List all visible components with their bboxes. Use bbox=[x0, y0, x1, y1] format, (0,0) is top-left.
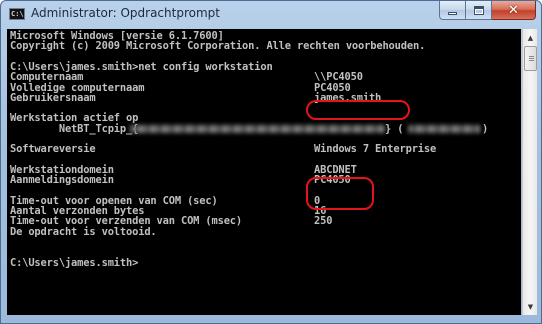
scroll-up-arrow-icon[interactable]: ▲ bbox=[524, 30, 537, 45]
scroll-down-arrow-icon[interactable]: ▼ bbox=[524, 299, 537, 314]
console-line: Gebruikersnaam bbox=[10, 91, 96, 104]
minimize-button[interactable] bbox=[439, 1, 466, 20]
computernaam-value: \\PC4050 bbox=[314, 71, 363, 84]
vertical-scrollbar[interactable]: ▲ ▼ bbox=[522, 29, 537, 315]
console-line: Computernaam bbox=[10, 71, 84, 84]
console-line: Volledige computernaam bbox=[10, 81, 145, 94]
scrollbar-thumb[interactable] bbox=[524, 46, 537, 71]
maximize-button[interactable] bbox=[466, 1, 492, 20]
console-line: De opdracht is voltooid. bbox=[10, 225, 157, 238]
command-prompt-window: C:\ Administrator: Opdrachtprompt ✕ Micr… bbox=[0, 0, 542, 324]
domain-highlight bbox=[306, 177, 374, 210]
cmd-icon[interactable]: C:\ bbox=[9, 8, 25, 20]
title-bar[interactable]: C:\ Administrator: Opdrachtprompt ✕ bbox=[1, 1, 541, 27]
console-line: C:\Users\james.smith> bbox=[10, 256, 139, 269]
netbt-separator: } ( bbox=[385, 122, 404, 135]
console-output[interactable]: Microsoft Windows [versie 6.1.7600] Copy… bbox=[7, 29, 521, 315]
close-button[interactable]: ✕ bbox=[492, 1, 536, 20]
netbt-line-overlay: } ( ) bbox=[10, 122, 490, 135]
close-icon: ✕ bbox=[508, 2, 519, 18]
minimize-icon bbox=[448, 11, 457, 15]
console-line: Copyright (c) 2009 Microsoft Corporation… bbox=[10, 40, 426, 53]
console-line: Werkstation actief op bbox=[10, 112, 139, 125]
softwareversie-value: Windows 7 Enterprise bbox=[314, 143, 437, 156]
console-line: Time-out voor verzenden van COM (msec) bbox=[10, 215, 243, 228]
redacted-mac bbox=[408, 124, 480, 133]
com-send-value: 250 bbox=[314, 215, 333, 228]
username-highlight bbox=[306, 100, 410, 120]
netbt-end: ) bbox=[482, 122, 489, 135]
redacted-guid bbox=[130, 124, 385, 133]
caption-buttons: ✕ bbox=[439, 1, 536, 20]
window-title: Administrator: Opdrachtprompt bbox=[31, 6, 220, 20]
maximize-icon bbox=[473, 5, 484, 15]
